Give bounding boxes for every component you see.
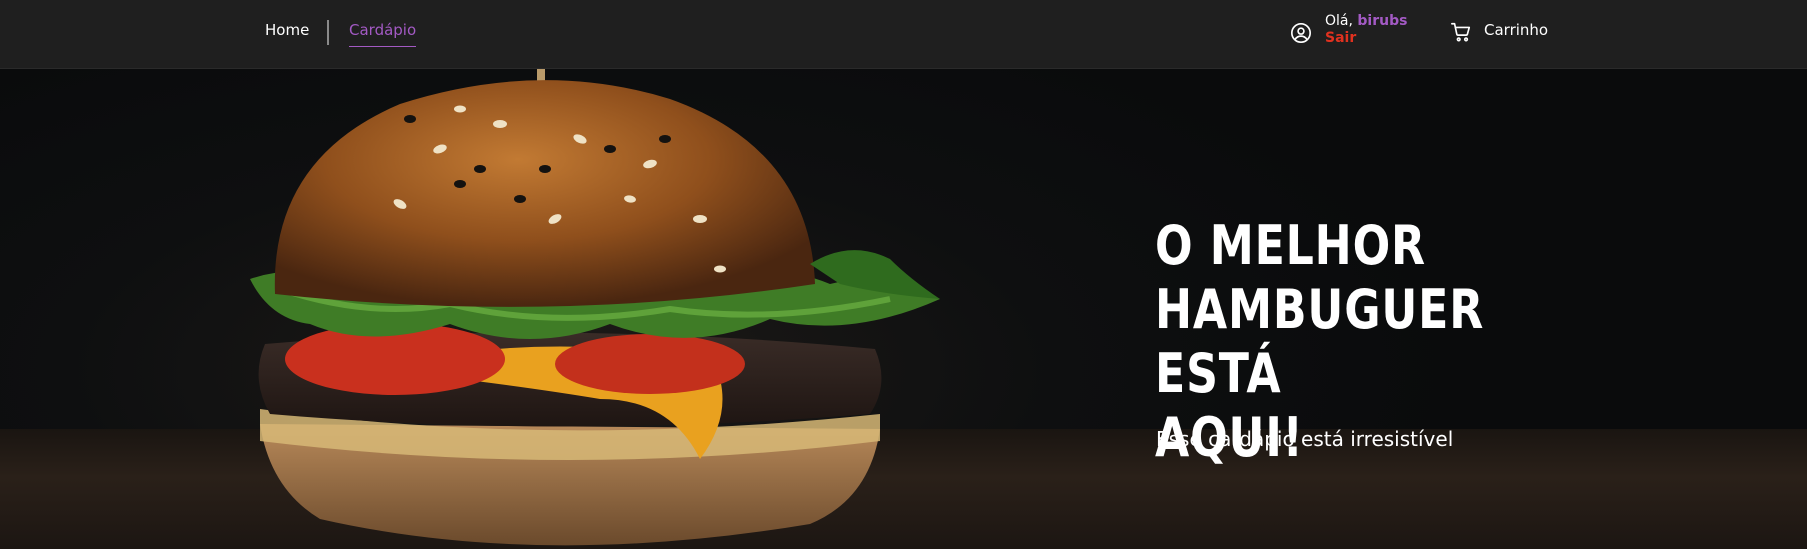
hero-title-line-2: HAMBUGUER [1155, 278, 1485, 341]
greeting-prefix: Olá, [1325, 13, 1353, 29]
nav-divider [327, 20, 329, 45]
nav-link-home[interactable]: Home [265, 20, 309, 40]
cart-link[interactable]: Carrinho [1484, 20, 1548, 40]
nav-link-cardapio[interactable]: Cardápio [349, 20, 417, 47]
logout-link[interactable]: Sair [1325, 30, 1407, 47]
top-navbar: Home Cardápio Olá, birubs Sair Carrinho [0, 0, 1807, 69]
hero-banner: O MELHOR HAMBUGUER ESTÁ AQUI! Esse cardá… [0, 69, 1807, 549]
hero-title-line-1: O MELHOR [1155, 214, 1426, 277]
username: birubs [1357, 13, 1408, 29]
hero-subtitle: Esse cardápio está irresistível [1156, 427, 1454, 451]
user-greeting: Olá, birubs Sair [1325, 13, 1407, 47]
cart-icon[interactable] [1450, 21, 1472, 43]
user-circle-icon[interactable] [1290, 22, 1312, 44]
burger-image [250, 69, 940, 546]
